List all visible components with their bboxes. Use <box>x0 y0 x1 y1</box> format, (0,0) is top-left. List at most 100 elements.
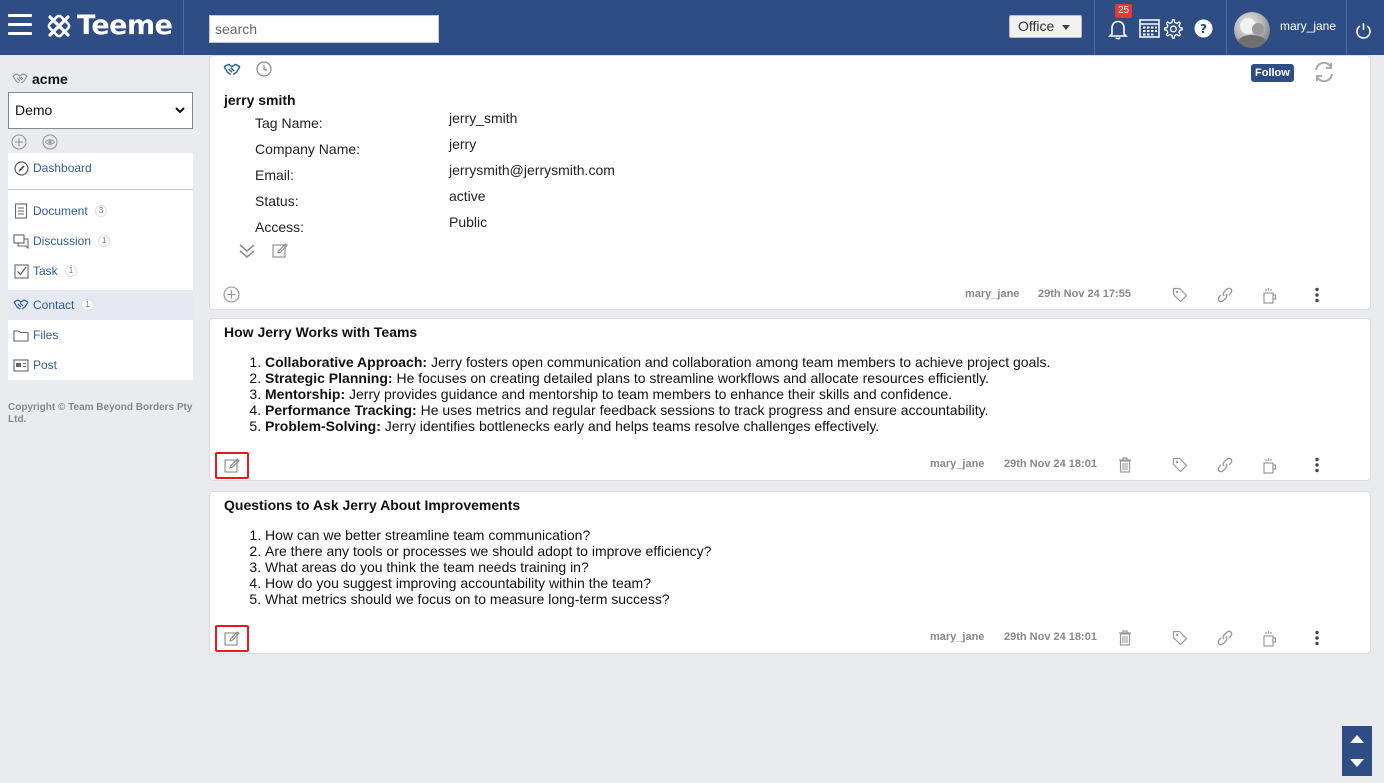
post-icon <box>13 358 29 372</box>
timestamp: 29th Nov 24 18:01 <box>1004 458 1097 470</box>
more-options-icon[interactable] <box>1314 630 1320 646</box>
discussion-icon <box>13 233 29 249</box>
more-options-icon[interactable] <box>1314 457 1320 473</box>
handshake-icon <box>13 299 29 310</box>
logo-text: Teeme <box>77 10 173 41</box>
sidebar-item-label: Contact <box>33 298 75 312</box>
list-item: What metrics should we focus on to measu… <box>265 591 711 607</box>
item-count-badge: 1 <box>98 235 111 247</box>
chevron-down-icon <box>1062 25 1070 30</box>
sidebar-item-document[interactable]: Document 3 <box>8 196 193 226</box>
post-list: How can we better streamline team commun… <box>265 527 711 607</box>
trash-icon[interactable] <box>1118 457 1132 473</box>
sidebar-item-label: Discussion <box>33 234 92 248</box>
sidebar-item-label: Document <box>33 204 88 218</box>
post-card: How Jerry Works with Teams Collaborative… <box>209 318 1371 481</box>
nav-divider <box>8 189 193 190</box>
teeme-logo-icon <box>47 14 71 37</box>
scroll-down-icon[interactable] <box>1349 757 1365 769</box>
list-item: How can we better streamline team commun… <box>265 527 711 543</box>
office-dropdown[interactable]: Office <box>1009 15 1082 38</box>
field-value: Public <box>449 214 488 230</box>
eye-icon[interactable] <box>42 134 58 150</box>
gear-icon[interactable] <box>1162 18 1183 39</box>
bell-icon[interactable] <box>1107 18 1129 40</box>
post-list: Collaborative Approach: Jerry fosters op… <box>265 354 1050 434</box>
edit-button[interactable] <box>215 452 249 479</box>
svg-text:?: ? <box>1200 22 1207 36</box>
timestamp: 29th Nov 24 17:55 <box>1038 288 1131 300</box>
calendar-icon[interactable] <box>1139 18 1160 38</box>
edit-icon[interactable] <box>272 243 288 259</box>
workspace-selected: Demo <box>15 102 53 118</box>
item-count-badge: 1 <box>64 265 78 277</box>
field-value: active <box>449 188 486 204</box>
user-photo-icon <box>1238 18 1266 48</box>
handshake-icon <box>12 73 28 84</box>
handshake-icon <box>223 63 241 76</box>
link-icon[interactable] <box>1217 287 1233 303</box>
sidebar-nav: Dashboard Document 3 Discussion 1 Task 1… <box>8 153 193 380</box>
list-item: Strategic Planning: He focuses on creati… <box>265 370 1050 386</box>
list-item: Problem-Solving: Jerry identifies bottle… <box>265 418 1050 434</box>
field-value: jerrysmith@jerrysmith.com <box>449 162 615 178</box>
sidebar-item-files[interactable]: Files <box>8 320 193 350</box>
refresh-icon[interactable] <box>1312 61 1336 83</box>
sidebar-item-dashboard[interactable]: Dashboard <box>8 153 193 183</box>
sidebar-item-task[interactable]: Task 1 <box>8 256 193 286</box>
search-input[interactable] <box>209 15 439 43</box>
author-name: mary_jane <box>930 631 985 643</box>
sidebar-item-label: Task <box>33 264 58 278</box>
link-icon[interactable] <box>1217 630 1233 646</box>
logo[interactable]: Teeme <box>46 10 173 41</box>
username[interactable]: mary_jane <box>1280 19 1336 33</box>
post-card: Questions to Ask Jerry About Improvement… <box>209 491 1371 654</box>
edit-button[interactable] <box>215 625 249 652</box>
author-name: mary_jane <box>965 288 1020 300</box>
menu-icon[interactable] <box>8 14 32 36</box>
org-header: acme <box>12 71 68 87</box>
sidebar-item-contact[interactable]: Contact 1 <box>8 290 193 320</box>
tag-icon[interactable] <box>1172 630 1188 646</box>
top-bar: Teeme Office 25 ? mary_jane <box>0 0 1384 55</box>
contact-name: jerry smith <box>224 92 296 108</box>
post-title: Questions to Ask Jerry About Improvement… <box>224 497 521 513</box>
edit-icon <box>224 457 240 473</box>
org-name: acme <box>32 71 68 87</box>
tag-icon[interactable] <box>1172 457 1188 473</box>
field-value: jerry <box>449 136 477 152</box>
trash-icon[interactable] <box>1118 630 1132 646</box>
add-circle-icon[interactable] <box>223 286 240 303</box>
scroll-up-icon[interactable] <box>1349 733 1365 745</box>
cup-icon[interactable] <box>1262 287 1278 304</box>
sidebar-item-discussion[interactable]: Discussion 1 <box>8 226 193 256</box>
field-label: Tag Name: <box>255 115 323 131</box>
document-icon <box>14 203 28 219</box>
cup-icon[interactable] <box>1262 630 1278 647</box>
follow-button[interactable]: Follow <box>1251 64 1294 82</box>
cup-icon[interactable] <box>1262 457 1278 474</box>
more-options-icon[interactable] <box>1314 287 1320 303</box>
link-icon[interactable] <box>1217 457 1233 473</box>
item-count-badge: 3 <box>94 205 108 217</box>
field-value: jerry_smith <box>449 110 518 126</box>
chevron-down-icon <box>175 107 185 114</box>
header-divider <box>1346 0 1347 55</box>
contact-card: Follow jerry smith Tag Name: jerry_smith… <box>209 55 1371 310</box>
office-label: Office <box>1018 18 1055 34</box>
field-label: Status: <box>255 193 299 209</box>
workspace-select[interactable]: Demo <box>8 92 193 129</box>
avatar[interactable] <box>1234 12 1270 48</box>
sidebar: acme Demo Dashboard Document 3 Discussio… <box>0 55 200 783</box>
sidebar-item-post[interactable]: Post <box>8 350 193 380</box>
field-label: Access: <box>255 219 305 235</box>
add-circle-icon[interactable] <box>11 134 27 150</box>
header-divider <box>1094 0 1095 55</box>
sidebar-item-label: Dashboard <box>33 161 92 175</box>
list-item: Are there any tools or processes we shou… <box>265 543 711 559</box>
power-icon[interactable] <box>1355 22 1372 39</box>
clock-icon[interactable] <box>256 61 272 77</box>
help-icon[interactable]: ? <box>1194 19 1213 38</box>
tag-icon[interactable] <box>1172 287 1188 303</box>
double-chevron-down-icon[interactable] <box>238 243 256 259</box>
